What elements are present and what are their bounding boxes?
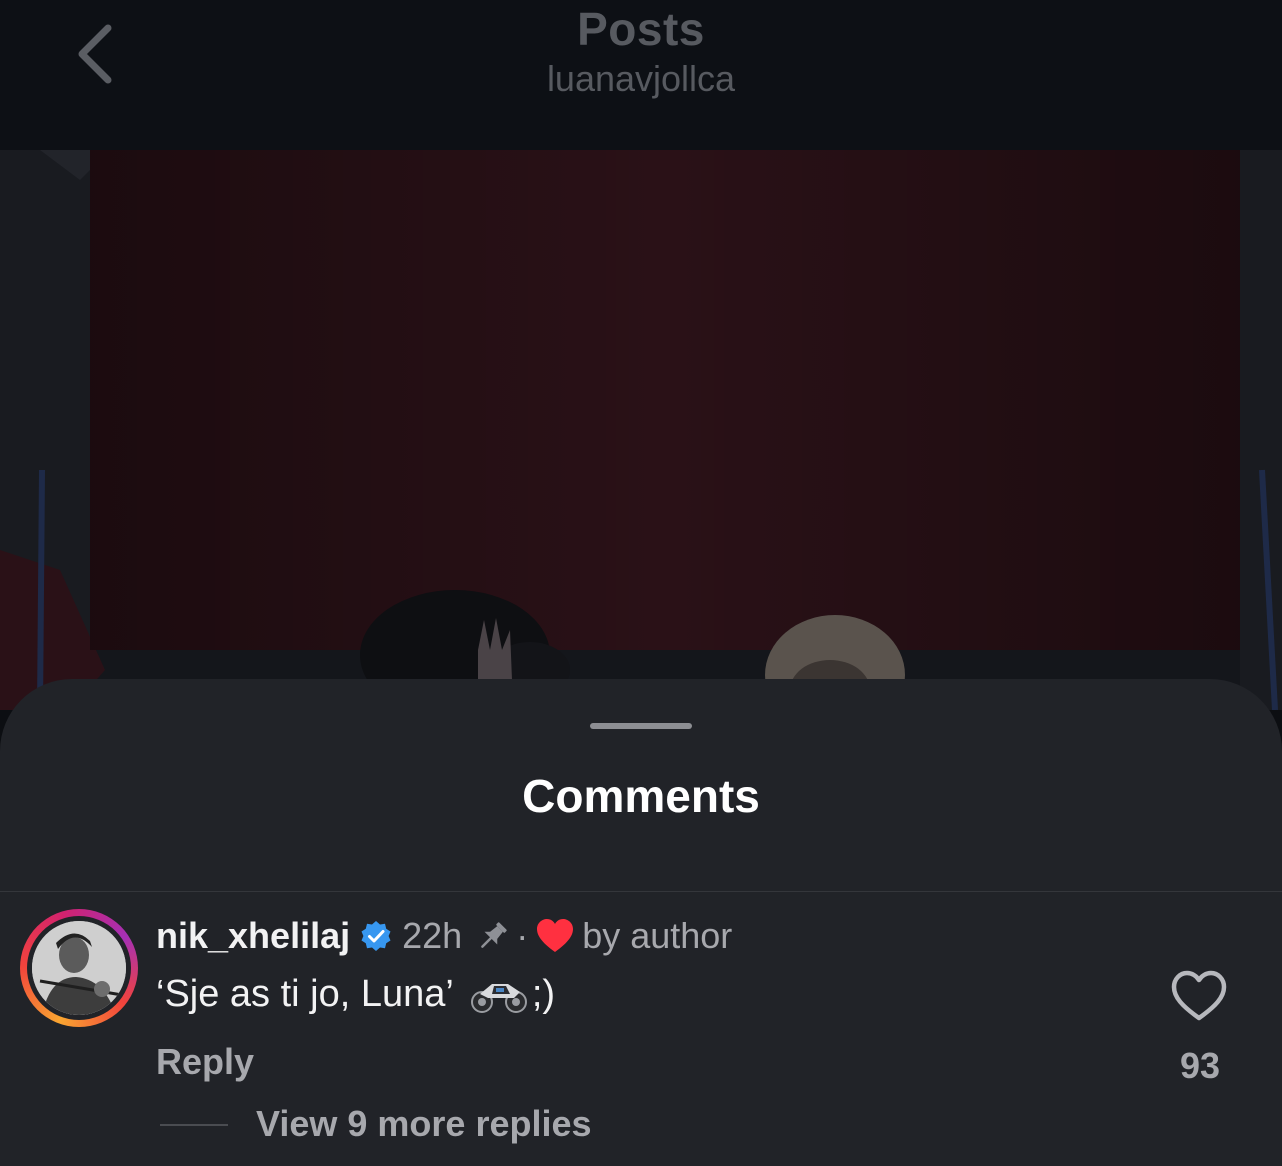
reply-button[interactable]: Reply (156, 1041, 254, 1083)
comments-title: Comments (522, 770, 760, 822)
comment-text-suffix: ;) (531, 972, 556, 1015)
comment-body: ‘Sje as ti jo, Luna’ ;) (156, 969, 555, 1019)
post-photo (0, 150, 1282, 710)
meta-separator: · (516, 915, 529, 956)
comments-sheet: Comments nik_xhelilaj 22h · by author ‘S… (0, 679, 1282, 1166)
pin-icon (481, 922, 507, 948)
comment-username[interactable]: nik_xhelilaj (156, 915, 350, 957)
like-count[interactable]: 93 (1160, 1045, 1240, 1087)
post-photo-image (0, 150, 1282, 710)
avatar-image (32, 921, 126, 1015)
verified-badge-icon (361, 921, 391, 951)
heart-icon (537, 919, 574, 952)
divider (0, 891, 1282, 892)
comment-timestamp: 22h (402, 915, 463, 956)
sheet-grabber-handle[interactable] (590, 723, 692, 729)
avatar-story-ring[interactable] (20, 909, 138, 1027)
motorcycle-icon (470, 984, 527, 1013)
avatar[interactable] (32, 921, 126, 1015)
comment-text: ‘Sje as ti jo, Luna’ (156, 972, 454, 1015)
avatar-border (27, 916, 131, 1020)
top-nav-bar: Posts luanavjollca (0, 0, 1282, 150)
like-heart-icon[interactable] (1170, 969, 1228, 1023)
comment-meta-row: nik_xhelilaj 22h · by author (156, 911, 732, 961)
page-subtitle-username[interactable]: luanavjollca (0, 58, 1282, 100)
replies-divider-line (160, 1124, 228, 1126)
liked-by-author-label: by author (582, 915, 733, 956)
view-more-replies-button[interactable]: View 9 more replies (256, 1103, 592, 1145)
page-title: Posts (577, 3, 705, 55)
